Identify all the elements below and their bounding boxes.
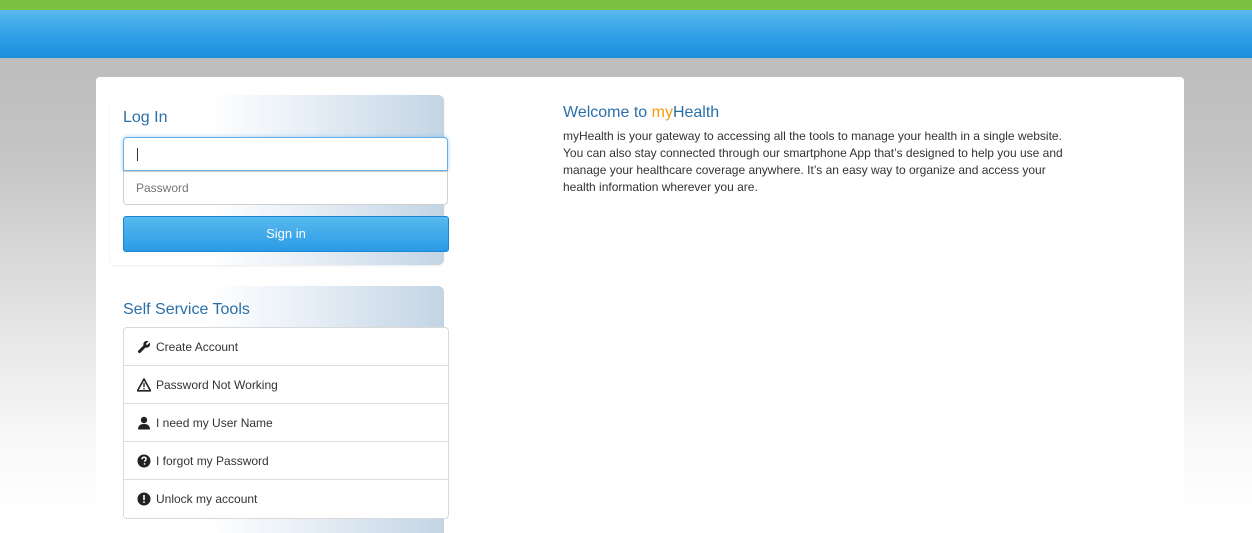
create-account-link[interactable]: Create Account	[124, 328, 448, 366]
header-bar	[0, 10, 1252, 58]
password-not-working-link[interactable]: Password Not Working	[124, 366, 448, 404]
password-input[interactable]	[123, 171, 448, 205]
login-panel: Log In Sign in	[110, 95, 449, 265]
welcome-title: Welcome to myHealth	[563, 104, 1063, 122]
welcome-title-prefix: Welcome to	[563, 104, 652, 121]
password-not-working-label: Password Not Working	[156, 377, 278, 392]
exclamation-circle-icon	[137, 492, 151, 506]
login-title: Log In	[123, 109, 168, 126]
username-input[interactable]	[123, 137, 448, 171]
brand-health: Health	[672, 104, 720, 121]
forgot-password-link[interactable]: I forgot my Password	[124, 442, 448, 480]
question-circle-icon	[137, 454, 151, 468]
forgot-password-label: I forgot my Password	[156, 453, 269, 468]
unlock-account-link[interactable]: Unlock my account	[124, 480, 448, 518]
sign-in-button[interactable]: Sign in	[123, 216, 449, 252]
unlock-account-label: Unlock my account	[156, 492, 258, 506]
user-icon	[137, 416, 151, 430]
self-service-panel: Self Service Tools Create Account Passwo…	[110, 286, 449, 533]
warning-icon	[137, 377, 151, 392]
main-content: Log In Sign in Self Service Tools Create…	[96, 77, 1184, 533]
self-service-list: Create Account Password Not Working I ne…	[123, 327, 449, 519]
wrench-icon	[137, 340, 151, 354]
welcome-section: Welcome to myHealth myHealth is your gat…	[563, 104, 1063, 196]
welcome-body: myHealth is your gateway to accessing al…	[563, 129, 1063, 194]
create-account-label: Create Account	[156, 339, 239, 354]
brand-my: my	[651, 104, 673, 121]
need-user-name-label: I need my User Name	[156, 415, 273, 430]
self-service-title: Self Service Tools	[123, 301, 250, 318]
top-accent-strip	[0, 0, 1252, 10]
need-user-name-link[interactable]: I need my User Name	[124, 404, 448, 442]
text-caret	[137, 148, 138, 161]
